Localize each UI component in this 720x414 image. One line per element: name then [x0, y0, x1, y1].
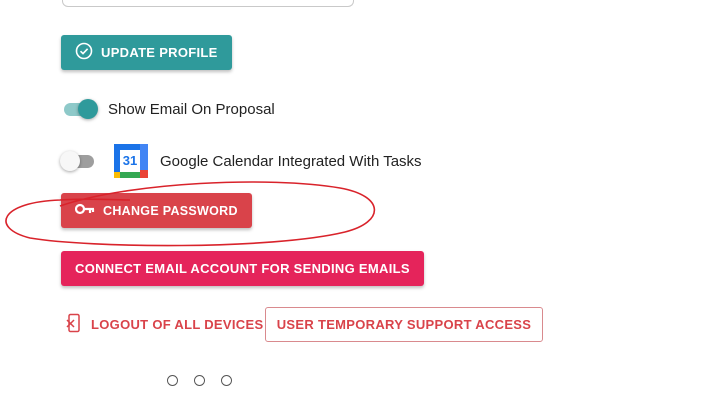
- update-profile-label: UPDATE PROFILE: [101, 45, 218, 60]
- check-circle-icon: [75, 42, 93, 63]
- pagination-dot[interactable]: [167, 375, 178, 386]
- temporary-support-access-button[interactable]: USER TEMPORARY SUPPORT ACCESS: [265, 307, 543, 342]
- logout-all-label: LOGOUT OF ALL DEVICES: [91, 317, 264, 332]
- logout-icon: [66, 313, 82, 336]
- connect-email-label: CONNECT EMAIL ACCOUNT FOR SENDING EMAILS: [75, 261, 410, 276]
- temp-support-label: USER TEMPORARY SUPPORT ACCESS: [276, 317, 532, 332]
- google-calendar-toggle-row: 31 Google Calendar Integrated With Tasks: [60, 144, 422, 178]
- profile-input-field[interactable]: [62, 0, 354, 7]
- pagination-dot[interactable]: [221, 375, 232, 386]
- change-password-label: CHANGE PASSWORD: [103, 203, 238, 218]
- google-calendar-label: Google Calendar Integrated With Tasks: [160, 152, 422, 170]
- show-email-switch[interactable]: [62, 98, 98, 120]
- pagination-dots: [167, 375, 232, 386]
- change-password-button[interactable]: CHANGE PASSWORD: [61, 193, 252, 228]
- google-calendar-icon: 31: [114, 144, 148, 178]
- show-email-toggle-row: Show Email On Proposal: [62, 98, 275, 120]
- show-email-label: Show Email On Proposal: [108, 100, 275, 118]
- update-profile-button[interactable]: UPDATE PROFILE: [61, 35, 232, 70]
- connect-email-account-button[interactable]: CONNECT EMAIL ACCOUNT FOR SENDING EMAILS: [61, 251, 424, 286]
- logout-all-devices-link[interactable]: LOGOUT OF ALL DEVICES: [66, 313, 263, 336]
- key-icon: [74, 203, 95, 218]
- pagination-dot[interactable]: [194, 375, 205, 386]
- google-calendar-switch[interactable]: [60, 150, 96, 172]
